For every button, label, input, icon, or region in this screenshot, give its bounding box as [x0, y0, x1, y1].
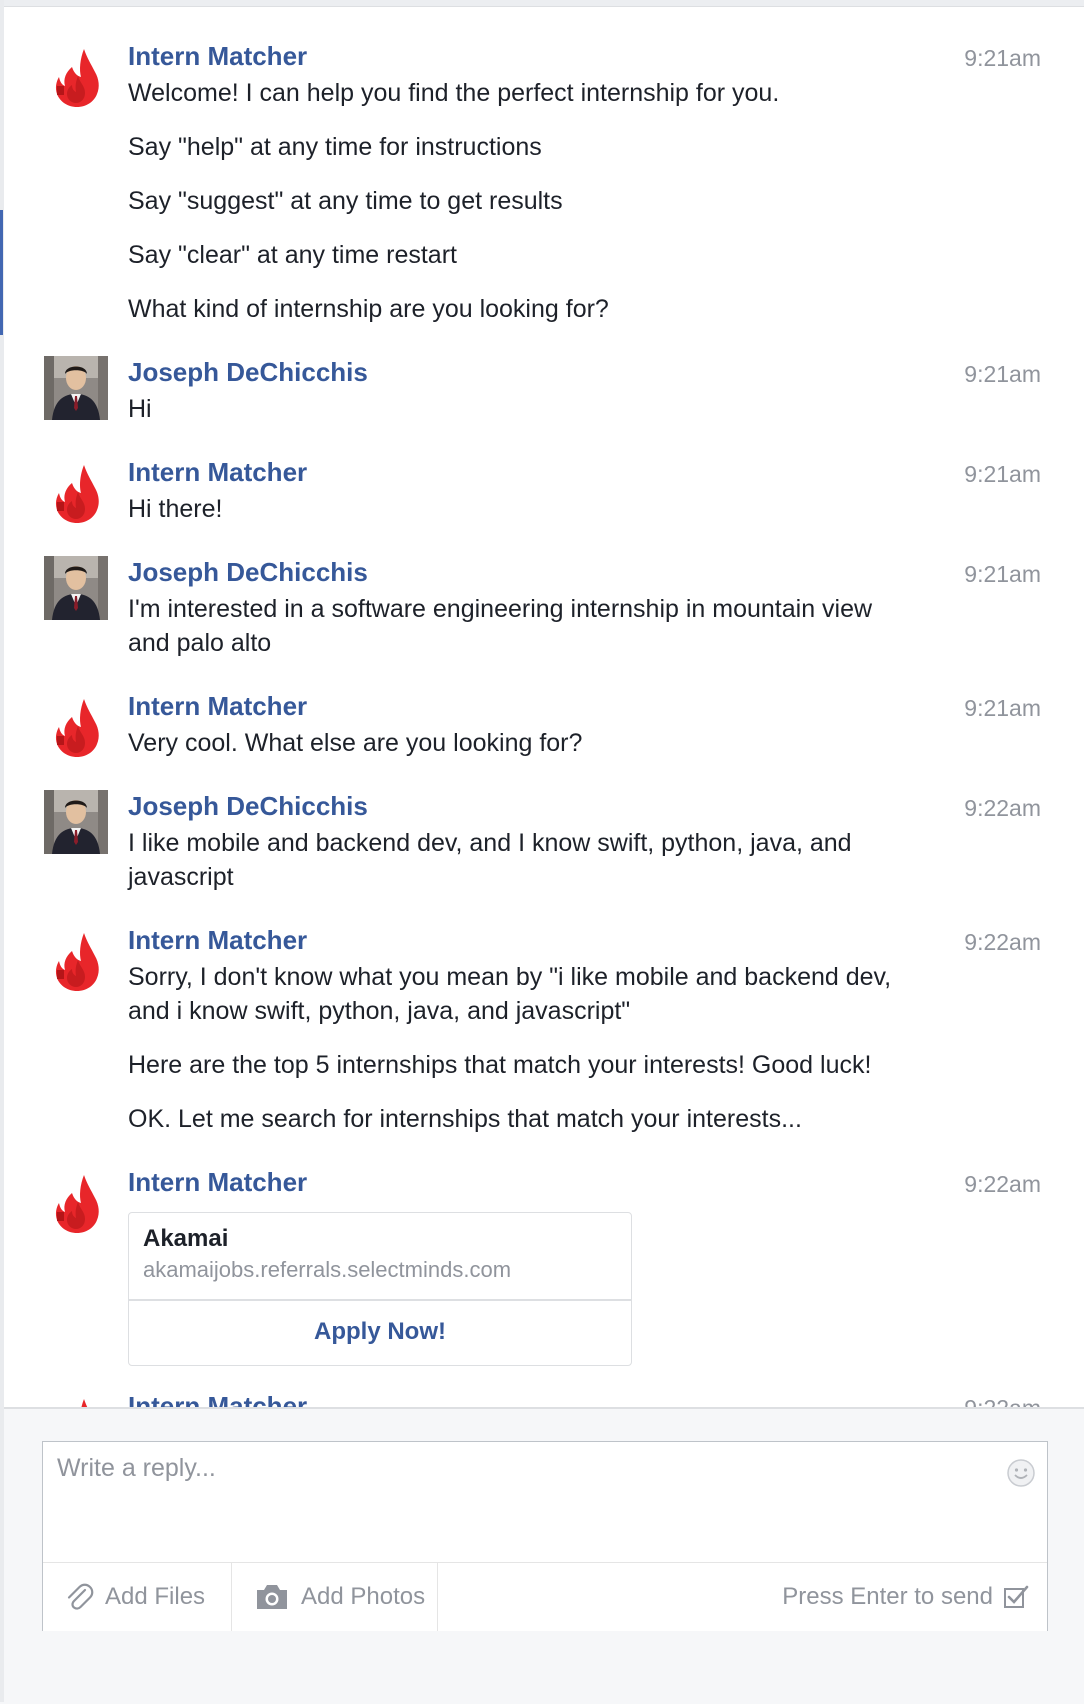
- message-text: Sorry, I don't know what you mean by "i …: [128, 963, 892, 991]
- flame-icon[interactable]: [44, 462, 108, 526]
- message-text: Very cool. What else are you looking for…: [128, 729, 583, 757]
- message-timestamp: 9:21am: [964, 45, 1041, 71]
- message-text: Say "suggest" at any time to get results: [128, 187, 563, 215]
- message-text: I like mobile and backend dev, and I kno…: [128, 829, 852, 857]
- sender-name[interactable]: Intern Matcher: [128, 1390, 307, 1407]
- press-enter-label: Press Enter to send: [782, 1583, 993, 1610]
- sender-name[interactable]: Intern Matcher: [128, 924, 307, 956]
- message-timestamp: 9:22am: [964, 795, 1041, 821]
- emoji-icon[interactable]: [1006, 1458, 1036, 1488]
- add-photos-button[interactable]: Add Photos: [233, 1563, 438, 1631]
- reply-input[interactable]: [55, 1452, 979, 1556]
- checkbox-icon[interactable]: [1003, 1584, 1029, 1610]
- flame-icon[interactable]: [44, 1396, 108, 1407]
- press-enter-toggle[interactable]: Press Enter to send: [782, 1563, 1029, 1631]
- sender-name[interactable]: Intern Matcher: [128, 1166, 307, 1198]
- add-files-label: Add Files: [105, 1583, 206, 1610]
- message-timestamp: 9:22am: [964, 1394, 1041, 1407]
- sender-name[interactable]: Joseph DeChicchis: [128, 790, 368, 822]
- flame-icon[interactable]: [44, 696, 108, 760]
- message-text: OK. Let me search for internships that m…: [128, 1105, 802, 1133]
- message-timestamp: 9:22am: [964, 929, 1041, 955]
- user-photo-avatar[interactable]: [44, 356, 108, 420]
- sender-name[interactable]: Intern Matcher: [128, 40, 307, 72]
- composer-toolbar: Add Files Add Photos Press Enter to send: [43, 1562, 1047, 1631]
- message-text: What kind of internship are you looking …: [128, 295, 609, 323]
- apply-now-button[interactable]: Apply Now!: [129, 1301, 631, 1363]
- user-photo-avatar[interactable]: [44, 790, 108, 854]
- camera-icon: [257, 1585, 287, 1609]
- link-card[interactable]: Akamai akamaijobs.referrals.selectminds.…: [128, 1212, 632, 1366]
- card-title[interactable]: Akamai: [143, 1225, 228, 1253]
- message-list[interactable]: Intern Matcher 9:21am Welcome! I can hel…: [4, 7, 1084, 1407]
- composer: Add Files Add Photos Press Enter to send: [4, 1407, 1084, 1704]
- message-text: and i know swift, python, java, and java…: [128, 997, 631, 1025]
- add-photos-label: Add Photos: [301, 1583, 426, 1610]
- flame-icon[interactable]: [44, 1172, 108, 1236]
- chat-window: Intern Matcher 9:21am Welcome! I can hel…: [0, 0, 1084, 1704]
- flame-icon[interactable]: [44, 930, 108, 994]
- message-text: javascript: [128, 863, 234, 891]
- message-text: Welcome! I can help you find the perfect…: [128, 79, 780, 107]
- message-timestamp: 9:21am: [964, 695, 1041, 721]
- message-timestamp: 9:21am: [964, 461, 1041, 487]
- message-text: I'm interested in a software engineering…: [128, 595, 873, 623]
- sender-name[interactable]: Intern Matcher: [128, 456, 307, 488]
- message-text: Hi: [128, 395, 152, 423]
- sender-name[interactable]: Intern Matcher: [128, 690, 307, 722]
- message-text: and palo alto: [128, 629, 272, 657]
- message-timestamp: 9:21am: [964, 361, 1041, 387]
- paperclip-icon: [67, 1583, 94, 1610]
- card-url[interactable]: akamaijobs.referrals.selectminds.com: [143, 1257, 511, 1283]
- flame-icon[interactable]: [44, 46, 108, 110]
- reply-box: Add Files Add Photos Press Enter to send: [42, 1441, 1048, 1631]
- top-divider: [4, 0, 1084, 7]
- active-indicator: [0, 210, 3, 335]
- user-photo-avatar[interactable]: [44, 556, 108, 620]
- sender-name[interactable]: Joseph DeChicchis: [128, 556, 368, 588]
- add-files-button[interactable]: Add Files: [43, 1563, 232, 1631]
- sender-name[interactable]: Joseph DeChicchis: [128, 356, 368, 388]
- message-text: Hi there!: [128, 495, 223, 523]
- message-timestamp: 9:22am: [964, 1171, 1041, 1197]
- message-timestamp: 9:21am: [964, 561, 1041, 587]
- message-text: Say "help" at any time for instructions: [128, 133, 542, 161]
- message-text: Here are the top 5 internships that matc…: [128, 1051, 872, 1079]
- message-text: Say "clear" at any time restart: [128, 241, 457, 269]
